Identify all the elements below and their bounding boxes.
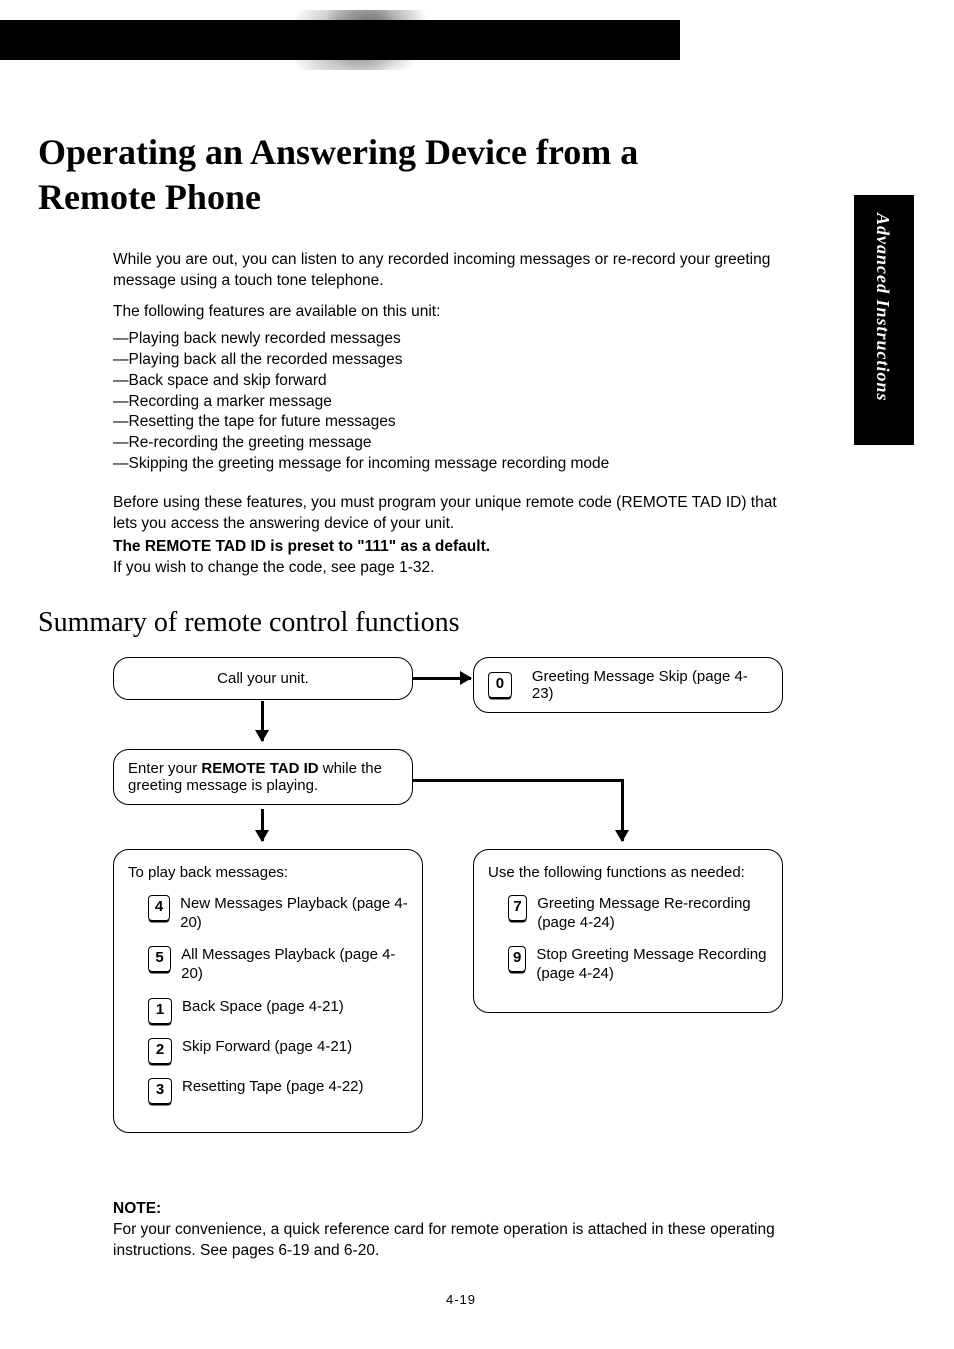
feature-item: Skipping the greeting message for incomi… [113, 454, 793, 475]
flow-diagram: Call your unit. 0 Greeting Message Skip … [113, 657, 783, 1187]
use-header: Use the following functions as needed: [488, 864, 768, 881]
box-greeting-skip: 0 Greeting Message Skip (page 4-23) [473, 657, 783, 713]
before-paragraph: Before using these features, you must pr… [113, 493, 793, 535]
arrow-down-icon [261, 701, 264, 741]
arrow-right-icon [413, 677, 471, 680]
fn-label: Resetting Tape (page 4-22) [182, 1078, 364, 1097]
box-call: Call your unit. [113, 657, 413, 700]
fn-row: 4 New Messages Playback (page 4-20) [148, 895, 408, 933]
intro-paragraph: While you are out, you can listen to any… [113, 250, 793, 292]
feature-list: Playing back newly recorded messages Pla… [113, 329, 793, 475]
keypad-key: 7 [508, 895, 527, 921]
keypad-key: 2 [148, 1038, 172, 1064]
subheading: Summary of remote control functions [38, 607, 884, 639]
keypad-key: 3 [148, 1078, 172, 1104]
keypad-key: 9 [508, 946, 526, 972]
enter-id-pre: Enter your [128, 760, 201, 777]
box-enter-id: Enter your REMOTE TAD ID while the greet… [113, 749, 413, 805]
feature-item: Back space and skip forward [113, 371, 793, 392]
note-label: NOTE: [113, 1200, 161, 1217]
change-code: If you wish to change the code, see page… [113, 558, 793, 579]
keypad-key: 4 [148, 895, 170, 921]
feature-item: Playing back newly recorded messages [113, 329, 793, 350]
fn-label: All Messages Playback (page 4-20) [181, 946, 408, 984]
body-text: While you are out, you can listen to any… [113, 250, 793, 579]
fn-row: 2 Skip Forward (page 4-21) [148, 1038, 408, 1064]
feature-item: Recording a marker message [113, 392, 793, 413]
header-black-bar [0, 20, 680, 60]
fn-label: Stop Greeting Message Recording (page 4-… [536, 946, 768, 984]
keypad-key: 1 [148, 998, 172, 1024]
arrow-down-icon [261, 809, 264, 841]
features-lead: The following features are available on … [113, 302, 793, 323]
playback-header: To play back messages: [128, 864, 408, 881]
fn-row: 3 Resetting Tape (page 4-22) [148, 1078, 408, 1104]
section-tab: Advanced Instructions [854, 195, 914, 445]
feature-item: Re-recording the greeting message [113, 433, 793, 454]
box-call-text: Call your unit. [217, 670, 309, 687]
keypad-key: 0 [488, 672, 512, 698]
fn-label: Back Space (page 4-21) [182, 998, 344, 1017]
page-content: Operating an Answering Device from a Rem… [0, 60, 954, 1327]
default-code: The REMOTE TAD ID is preset to "111" as … [113, 537, 793, 558]
feature-item: Resetting the tape for future messages [113, 412, 793, 433]
fn-row: 5 All Messages Playback (page 4-20) [148, 946, 408, 984]
enter-id-bold: REMOTE TAD ID [201, 760, 318, 777]
fn-label: Greeting Message Re‑recording (page 4-24… [537, 895, 768, 933]
arrow-down-icon [621, 779, 624, 841]
scan-noise [280, 10, 440, 70]
fn-row: 7 Greeting Message Re‑recording (page 4-… [508, 895, 768, 933]
section-tab-label: Advanced Instructions [872, 213, 893, 402]
box-use-functions: Use the following functions as needed: 7… [473, 849, 783, 1013]
connector-line [413, 779, 623, 782]
fn-row: 1 Back Space (page 4-21) [148, 998, 408, 1024]
box-playback: To play back messages: 4 New Messages Pl… [113, 849, 423, 1133]
note-text: For your convenience, a quick reference … [113, 1221, 775, 1259]
page-title: Operating an Answering Device from a Rem… [38, 130, 738, 220]
keypad-key: 5 [148, 946, 171, 972]
note-block: NOTE: For your convenience, a quick refe… [113, 1199, 793, 1262]
fn-row: 9 Stop Greeting Message Recording (page … [508, 946, 768, 984]
feature-item: Playing back all the recorded messages [113, 350, 793, 371]
fn-label: Skip Forward (page 4-21) [182, 1038, 352, 1057]
page-number: 4-19 [38, 1292, 884, 1307]
greeting-skip-text: Greeting Message Skip (page 4-23) [532, 668, 768, 702]
fn-label: New Messages Playback (page 4-20) [180, 895, 408, 933]
